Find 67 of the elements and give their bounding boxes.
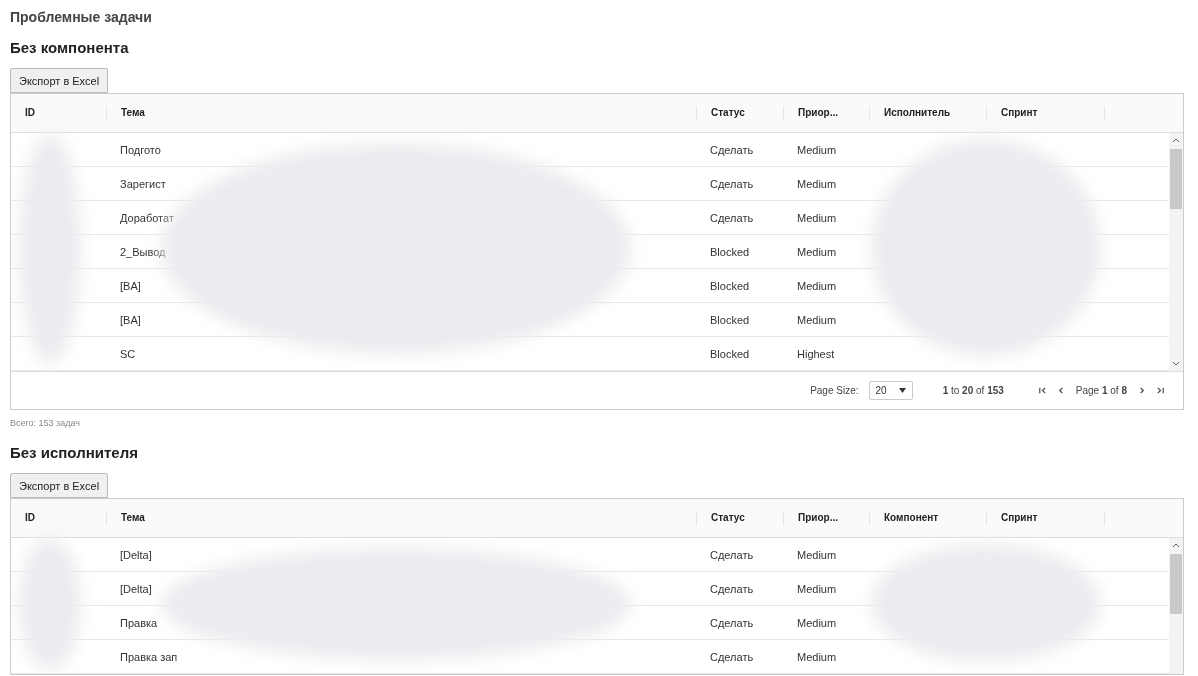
first-page-icon[interactable] (1037, 386, 1047, 395)
table-cell-text: Medium (796, 143, 838, 156)
table-cell-text: [Delta] (119, 582, 153, 595)
table-cell-text: [Delta] (119, 548, 153, 561)
table-cell-text: Medium (796, 313, 838, 326)
row-range: 1 to 20 of 153 (942, 385, 1004, 396)
column-header[interactable]: Исполнитель (869, 106, 986, 120)
table-cell-text: Доработат (119, 211, 175, 224)
table-cell-text: Medium (796, 279, 838, 292)
page-size-select[interactable]: 20 (868, 381, 913, 400)
export-button[interactable]: Экспорт в Excel (10, 473, 109, 498)
table-cell-text: Сделать (709, 177, 755, 190)
page-size-label: Page Size: (810, 385, 859, 396)
table-cell-text: Сделать (709, 143, 755, 156)
table-cell-text: Medium (796, 548, 838, 561)
table-cell-text: Highest (796, 347, 836, 360)
table-cell-text: Подгото (119, 143, 162, 156)
scroll-up-icon[interactable] (1172, 137, 1180, 143)
table-cell-text: Сделать (709, 548, 755, 561)
table-cell-text: Medium (796, 650, 838, 663)
column-header[interactable]: ID (11, 106, 106, 120)
next-page-icon[interactable] (1137, 386, 1146, 395)
scrollbar[interactable] (1169, 538, 1183, 674)
previous-page-icon[interactable] (1056, 386, 1066, 395)
table-cell-text: Medium (796, 177, 838, 190)
table-cell-text: Medium (796, 211, 838, 224)
scroll-up-icon[interactable] (1172, 542, 1180, 548)
scrollbar-thumb[interactable] (1170, 149, 1182, 209)
table-cell-text: Blocked (709, 245, 751, 258)
table-cell-text: Сделать (709, 211, 755, 224)
page-indicator: Page 1 of 8 (1075, 385, 1127, 396)
scrollbar[interactable] (1169, 133, 1183, 371)
table-cell-text: [BA] (119, 279, 142, 292)
column-header[interactable]: Статус (696, 106, 783, 120)
scrollbar-thumb[interactable] (1170, 554, 1182, 614)
column-header[interactable]: Компонент (869, 511, 986, 525)
table-cell-text: Сделать (709, 582, 755, 595)
table-cell-text: Сделать (709, 650, 755, 663)
table-cell-text: Зарегист (119, 177, 167, 190)
table-cell-text: Сделать (709, 616, 755, 629)
export-button[interactable]: Экспорт в Excel (10, 68, 109, 93)
section-heading: Без компонента (10, 39, 129, 56)
column-header[interactable]: Спринт (986, 511, 1104, 525)
column-header[interactable]: ID (11, 511, 106, 525)
table-cell-text: Blocked (709, 347, 751, 360)
table-cell-text: Правка зап (119, 650, 179, 663)
table-cell-text: Medium (796, 616, 838, 629)
table-cell-text: Medium (796, 245, 838, 258)
table-cell-text: Medium (796, 582, 838, 595)
column-header[interactable]: Приор... (783, 106, 869, 120)
caret-icon (898, 388, 906, 393)
column-header[interactable]: Тема (106, 106, 696, 120)
column-header[interactable]: Спринт (986, 106, 1104, 120)
scroll-down-icon[interactable] (1172, 361, 1180, 367)
table-cell-text: Blocked (709, 313, 751, 326)
column-header[interactable]: Тема (106, 511, 696, 525)
column-header[interactable]: Приор... (783, 511, 869, 525)
table-cell-text: SC (119, 347, 137, 360)
total-count: Всего: 153 задач (10, 418, 80, 428)
table-cell-text: [BA] (119, 313, 142, 326)
table-cell-text: Blocked (709, 279, 751, 292)
table-cell-text: Правка (119, 616, 159, 629)
column-header[interactable]: Статус (696, 511, 783, 525)
section-heading: Без исполнителя (10, 444, 138, 461)
page-title: Проблемные задачи (10, 9, 152, 25)
last-page-icon[interactable] (1156, 386, 1165, 395)
table-cell-text: 2_Вывод (119, 245, 167, 258)
